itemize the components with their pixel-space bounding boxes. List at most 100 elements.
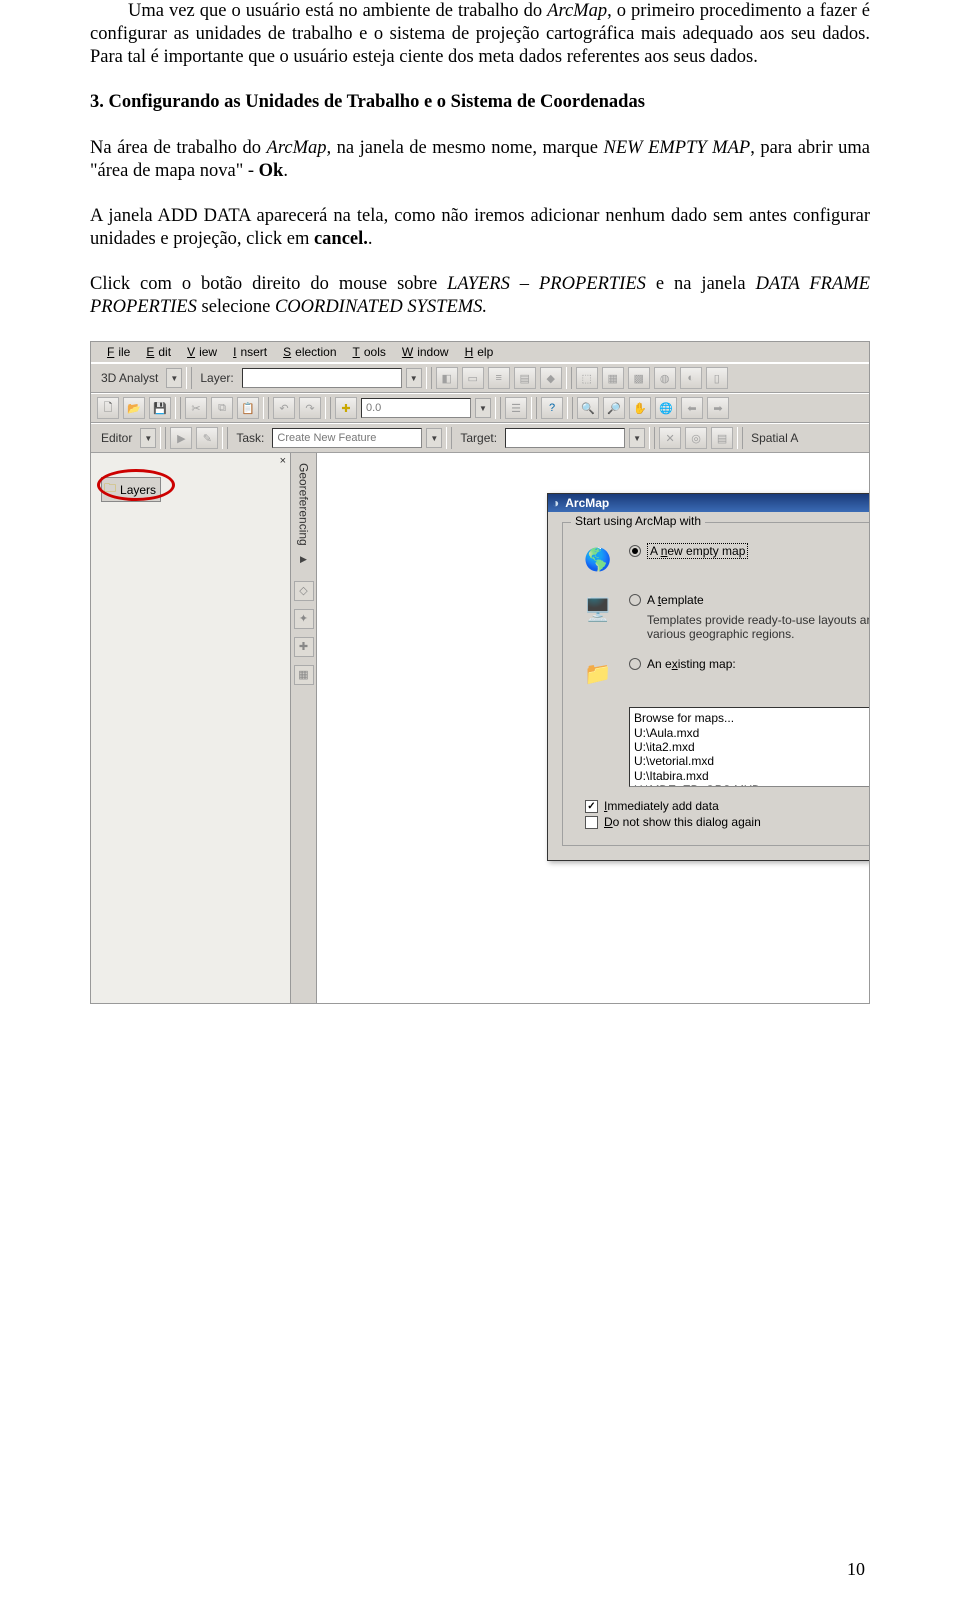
tool-a11-icon[interactable]: ▯ bbox=[706, 367, 728, 389]
layer-drop-icon[interactable]: ▼ bbox=[406, 368, 422, 388]
menu-window[interactable]: Window bbox=[394, 344, 453, 360]
tool-c2-icon[interactable]: ◎ bbox=[685, 427, 707, 449]
startup-dialog: ◑ ArcMap × Start using ArcMap with 🌎 A n… bbox=[547, 493, 870, 861]
zoom-out-icon[interactable]: 🔎 bbox=[603, 397, 625, 419]
editor-drop-icon[interactable]: ▼ bbox=[140, 428, 156, 448]
tool-c1-icon[interactable]: ✕ bbox=[659, 427, 681, 449]
analyst-drop-icon[interactable]: ▼ bbox=[166, 368, 182, 388]
scale-drop-icon[interactable]: ▼ bbox=[475, 398, 491, 418]
check-dont-show[interactable]: Do not show this dialog again bbox=[585, 815, 761, 829]
maps-listbox[interactable]: Browse for maps... U:\Aula.mxd U:\ita2.m… bbox=[629, 707, 870, 787]
tool-a9-icon[interactable]: ◍ bbox=[654, 367, 676, 389]
p2-it1: ArcMap, bbox=[267, 138, 337, 158]
menu-insert[interactable]: Insert bbox=[225, 344, 271, 360]
undo-icon[interactable]: ↶ bbox=[273, 397, 295, 419]
menu-view[interactable]: View bbox=[179, 344, 221, 360]
list-item[interactable]: U:\ita2.mxd bbox=[634, 740, 870, 754]
spatial-label[interactable]: Spatial A bbox=[747, 431, 802, 445]
list-item[interactable]: U:\MDE_EB_GPS.MXD bbox=[634, 783, 870, 787]
analyst-label[interactable]: 3D Analyst bbox=[97, 371, 162, 385]
tool-a1-icon[interactable]: ◧ bbox=[436, 367, 458, 389]
p1-it1: ArcMap bbox=[547, 1, 607, 21]
target-drop-icon[interactable]: ▼ bbox=[629, 428, 645, 448]
task-label: Task: bbox=[232, 431, 268, 445]
add-data-icon[interactable]: ✚ bbox=[335, 397, 357, 419]
new-doc-icon[interactable]: 🗋 bbox=[97, 397, 119, 419]
redo-icon[interactable]: ↷ bbox=[299, 397, 321, 419]
copy-icon[interactable]: ⧉ bbox=[211, 397, 233, 419]
menu-help[interactable]: Help bbox=[457, 344, 498, 360]
georef-tool3-icon[interactable]: ✚ bbox=[294, 637, 314, 657]
p3-b: . bbox=[368, 229, 373, 249]
list-item[interactable]: Browse for maps... bbox=[634, 711, 870, 725]
tool-a6-icon[interactable]: ⬚ bbox=[576, 367, 598, 389]
tool-b1-icon[interactable]: ☰ bbox=[505, 397, 527, 419]
georef-tool2-icon[interactable]: ✦ bbox=[294, 609, 314, 629]
checkbox-icon[interactable]: ✓ bbox=[585, 800, 598, 813]
pan-icon[interactable]: ✋ bbox=[629, 397, 651, 419]
list-item[interactable]: U:\Itabira.mxd bbox=[634, 769, 870, 783]
toolbar-standard: 🗋 📂 💾 ✂ ⧉ 📋 ↶ ↷ ✚ 0.0▼ ☰ ? 🔍 🔎 ✋ 🌐 ⬅ ➡ bbox=[91, 393, 869, 423]
dialog-titlebar: ◑ ArcMap × bbox=[548, 494, 870, 512]
toc-close-icon[interactable]: × bbox=[280, 455, 286, 467]
checkbox-icon[interactable] bbox=[585, 816, 598, 829]
tool-a10-icon[interactable]: ◐ bbox=[680, 367, 702, 389]
radio-new-map[interactable] bbox=[629, 545, 641, 557]
open-icon[interactable]: 📂 bbox=[123, 397, 145, 419]
paragraph-3: A janela ADD DATA aparecerá na tela, com… bbox=[90, 205, 870, 251]
arcmap-screenshot: FFileile Edit View Insert Selection Tool… bbox=[90, 341, 870, 1004]
radio-template[interactable] bbox=[629, 594, 641, 606]
editor-label[interactable]: Editor bbox=[97, 431, 136, 445]
target-combo[interactable] bbox=[505, 428, 625, 448]
menu-tools[interactable]: Tools bbox=[345, 344, 390, 360]
tool-a3-icon[interactable]: ≡ bbox=[488, 367, 510, 389]
option-new-empty-map[interactable]: 🌎 A new empty map bbox=[581, 543, 870, 577]
layer-combo[interactable] bbox=[242, 368, 402, 388]
paragraph-4: Click com o botão direito do mouse sobre… bbox=[90, 273, 870, 319]
tool-a7-icon[interactable]: ▦ bbox=[602, 367, 624, 389]
prev-extent-icon[interactable]: ⬅ bbox=[681, 397, 703, 419]
menu-file[interactable]: FFileile bbox=[99, 344, 134, 360]
tool-a5-icon[interactable]: ◆ bbox=[540, 367, 562, 389]
radio-existing[interactable] bbox=[629, 658, 641, 670]
edit-tool-icon[interactable]: ▶ bbox=[170, 427, 192, 449]
opt1-label: A new empty map bbox=[650, 544, 745, 558]
list-item[interactable]: U:\vetorial.mxd bbox=[634, 754, 870, 768]
save-icon[interactable]: 💾 bbox=[149, 397, 171, 419]
georef-label[interactable]: Georeferencing bbox=[297, 459, 311, 550]
paste-icon[interactable]: 📋 bbox=[237, 397, 259, 419]
option-template[interactable]: 🖥️ A template Templates provide ready-to… bbox=[581, 593, 870, 641]
task-combo[interactable]: Create New Feature bbox=[272, 428, 422, 448]
tool-c3-icon[interactable]: ▤ bbox=[711, 427, 733, 449]
list-item[interactable]: U:\Aula.mxd bbox=[634, 726, 870, 740]
task-drop-icon[interactable]: ▼ bbox=[426, 428, 442, 448]
p2-a: Na área de trabalho do bbox=[90, 138, 267, 158]
tool-a2-icon[interactable]: ▭ bbox=[462, 367, 484, 389]
georef-expand-icon[interactable]: ▶ bbox=[300, 554, 307, 565]
p4-a: Click com o botão direito do mouse sobre bbox=[90, 274, 447, 294]
tool-a4-icon[interactable]: ▤ bbox=[514, 367, 536, 389]
next-extent-icon[interactable]: ➡ bbox=[707, 397, 729, 419]
tool-a8-icon[interactable]: ▩ bbox=[628, 367, 650, 389]
georef-tool4-icon[interactable]: ▦ bbox=[294, 665, 314, 685]
help-icon[interactable]: ? bbox=[541, 397, 563, 419]
georef-tool1-icon[interactable]: ◇ bbox=[294, 581, 314, 601]
check-add-data[interactable]: ✓ Immediately add data bbox=[585, 799, 761, 813]
p2-b: na janela de mesmo nome, marque bbox=[337, 138, 604, 158]
cut-icon[interactable]: ✂ bbox=[185, 397, 207, 419]
scale-input[interactable]: 0.0 bbox=[361, 398, 471, 418]
option-existing-map[interactable]: 📁 An existing map: bbox=[581, 657, 870, 691]
full-extent-icon[interactable]: 🌐 bbox=[655, 397, 677, 419]
work-area: × 🗀 Layers Georeferencing ▶ ◇ ✦ ✚ ▦ bbox=[91, 453, 869, 1003]
toolbar-3d-analyst: 3D Analyst ▼ Layer: ▼ ◧ ▭ ≡ ▤ ◆ ⬚ ▦ ▩ ◍ … bbox=[91, 363, 869, 393]
app-icon: ◑ bbox=[552, 496, 559, 510]
monitor-icon: 🖥️ bbox=[581, 593, 615, 627]
p4-b: e na janela bbox=[646, 274, 756, 294]
opt2-sub: Templates provide ready-to-use layouts a… bbox=[647, 613, 870, 641]
map-canvas[interactable]: ◑ ArcMap × Start using ArcMap with 🌎 A n… bbox=[317, 453, 869, 1003]
opt3-label: An existing map: bbox=[647, 657, 736, 671]
menu-edit[interactable]: Edit bbox=[138, 344, 175, 360]
sketch-tool-icon[interactable]: ✎ bbox=[196, 427, 218, 449]
zoom-in-icon[interactable]: 🔍 bbox=[577, 397, 599, 419]
menu-selection[interactable]: Selection bbox=[275, 344, 340, 360]
